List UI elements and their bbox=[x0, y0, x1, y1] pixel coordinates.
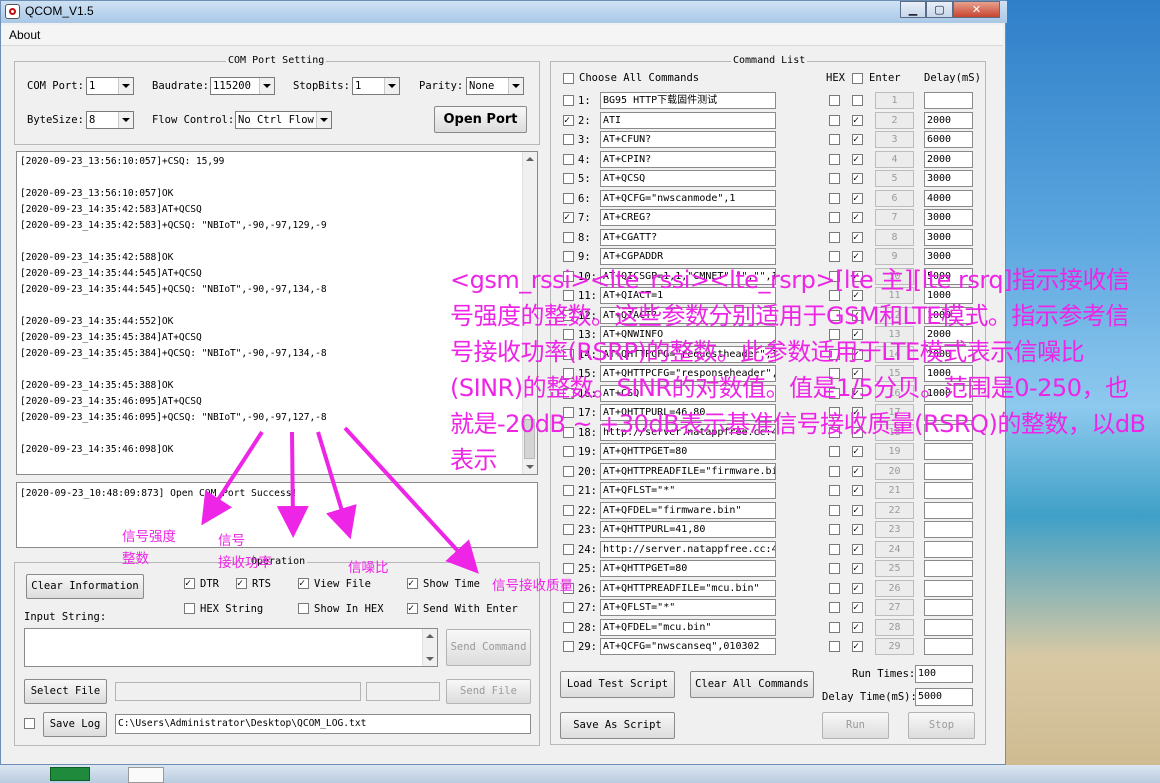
label-receive-power: 接收功率 bbox=[218, 555, 272, 571]
label-integer: 整数 bbox=[122, 551, 149, 567]
label-signal: 信号 bbox=[218, 533, 245, 549]
document-icon[interactable] bbox=[128, 767, 164, 783]
annotation-text: <gsm_rssi><lte_rssi><lte_rsrp>[lte 主][lt… bbox=[450, 266, 1146, 474]
label-signal-strength: 信号强度 bbox=[122, 529, 176, 545]
taskbar bbox=[0, 765, 1160, 783]
label-rsrq: 信号接收质量 bbox=[492, 578, 573, 594]
label-sinr: 信噪比 bbox=[348, 560, 389, 576]
arrow-rsrp bbox=[276, 431, 309, 538]
excel-icon[interactable] bbox=[50, 767, 90, 781]
arrow-sinr bbox=[316, 431, 357, 540]
arrow-rssi bbox=[201, 430, 264, 526]
